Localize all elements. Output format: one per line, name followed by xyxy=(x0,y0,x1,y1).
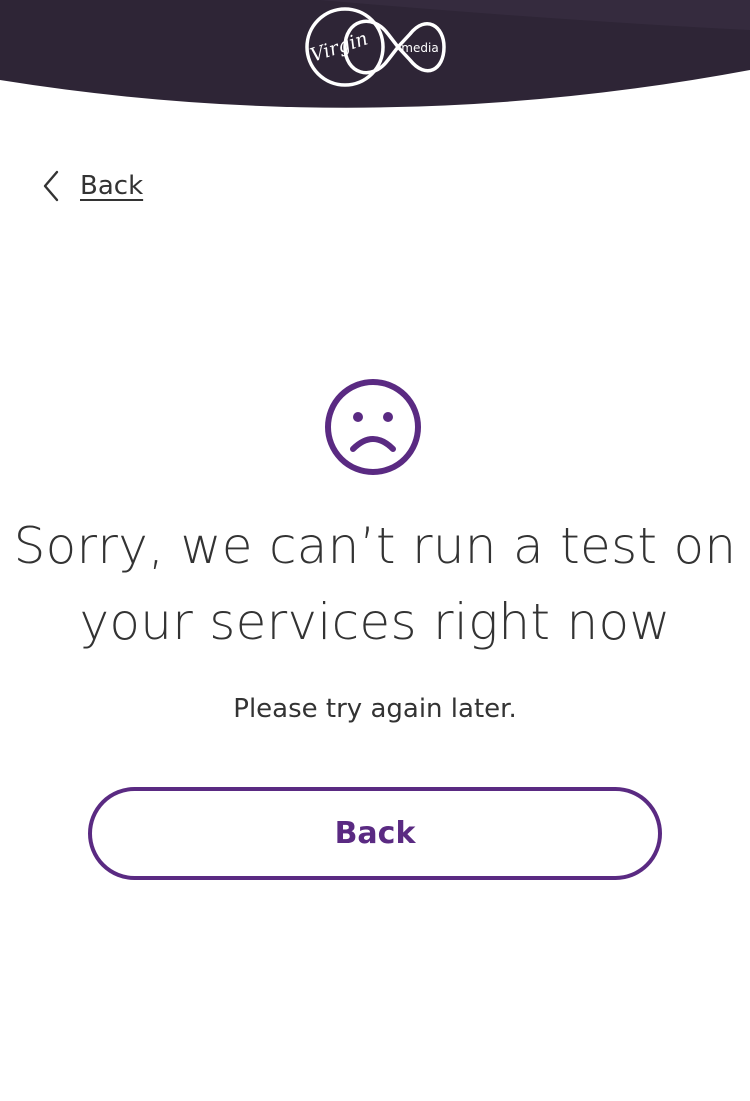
svg-text:media: media xyxy=(401,41,438,55)
header-background: Virgin media xyxy=(0,0,750,108)
chevron-left-icon xyxy=(43,170,59,202)
back-link-label: Back xyxy=(80,171,144,201)
back-link[interactable]: Back xyxy=(40,166,143,206)
error-title: Sorry, we can’t run a test on your servi… xyxy=(13,517,737,651)
sad-face-icon xyxy=(325,379,421,475)
error-subtitle: Please try again later. xyxy=(233,694,517,724)
app-header: Virgin media xyxy=(0,0,750,115)
back-button[interactable]: Back xyxy=(88,787,662,880)
